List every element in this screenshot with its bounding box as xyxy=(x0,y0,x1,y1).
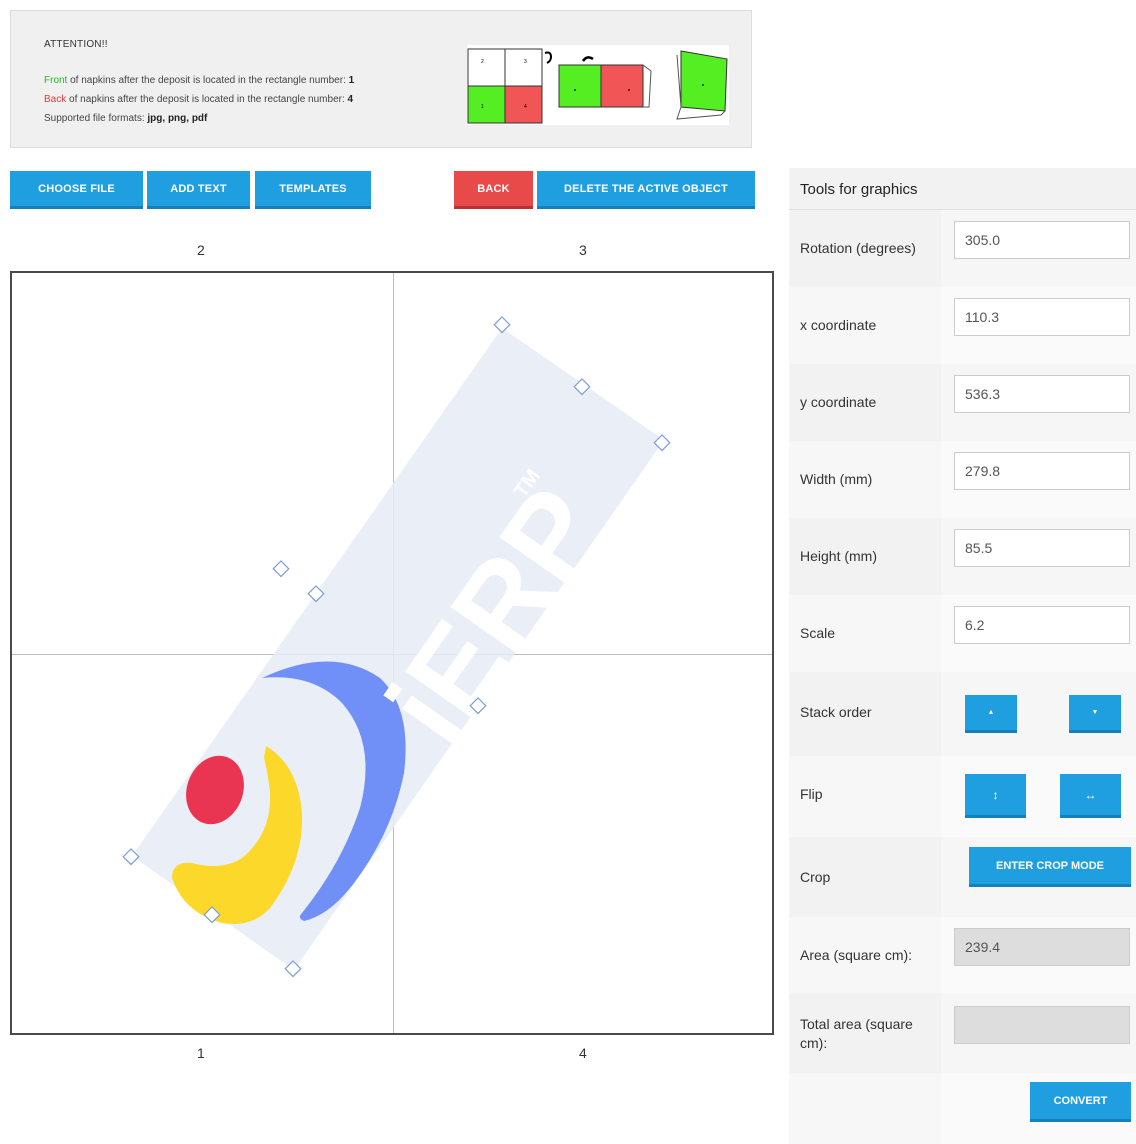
back-info-line: Back of napkins after the deposit is loc… xyxy=(44,94,353,105)
height-row: Height (mm) 85.5 xyxy=(789,518,1136,595)
napkin-fold-illustration: 2 3 1 4 xyxy=(467,45,729,125)
width-input[interactable]: 279.8 xyxy=(954,452,1130,490)
selection-handle-rotate[interactable] xyxy=(272,560,290,578)
templates-button[interactable]: TEMPLATES xyxy=(255,171,371,209)
front-word: Front xyxy=(44,75,68,86)
back-text: of napkins after the deposit is located … xyxy=(66,94,348,105)
front-number: 1 xyxy=(348,75,355,86)
stack-order-row: Stack order ▲ ▼ xyxy=(789,672,1136,756)
front-text: of napkins after the deposit is located … xyxy=(67,75,349,86)
rotation-row: Rotation (degrees) 305.0 xyxy=(789,210,1136,287)
tools-panel-header: Tools for graphics xyxy=(789,168,1136,210)
rotation-label: Rotation (degrees) xyxy=(800,240,916,256)
flat-napkin-graphic: 2 3 1 4 xyxy=(467,48,543,124)
delete-active-object-button[interactable]: DELETE THE ACTIVE OBJECT xyxy=(537,171,755,209)
x-coordinate-label: x coordinate xyxy=(800,317,877,333)
graphics-tools-panel: Tools for graphics Rotation (degrees) 30… xyxy=(789,168,1136,1144)
attention-title: ATTENTION!! xyxy=(44,39,108,50)
half-fold-graphic xyxy=(558,64,652,108)
enter-crop-mode-button[interactable]: ENTER CROP MODE xyxy=(969,847,1131,887)
convert-button[interactable]: CONVERT xyxy=(1030,1082,1131,1122)
flip-row: Flip ↕ ↔ xyxy=(789,756,1136,837)
x-coordinate-row: x coordinate 110.3 xyxy=(789,287,1136,364)
width-label: Width (mm) xyxy=(800,471,873,487)
height-input[interactable]: 85.5 xyxy=(954,529,1130,567)
scale-row: Scale 6.2 xyxy=(789,595,1136,672)
x-coordinate-input[interactable]: 110.3 xyxy=(954,298,1130,336)
total-area-row: Total area (square cm): xyxy=(789,993,1136,1073)
quadrant-label-4: 4 xyxy=(579,1045,587,1061)
selection-handle-top[interactable] xyxy=(493,316,511,334)
height-label: Height (mm) xyxy=(800,548,878,564)
quadrant-label-3: 3 xyxy=(579,242,587,258)
active-image-object[interactable]: jERP TM xyxy=(132,328,664,970)
flip-horizontal-button[interactable]: ↔ xyxy=(1060,774,1121,818)
back-button[interactable]: BACK xyxy=(454,171,533,209)
stack-up-button[interactable]: ▲ xyxy=(965,695,1017,733)
illus-number-4: 4 xyxy=(524,104,527,110)
crop-row: Crop ENTER CROP MODE xyxy=(789,837,1136,917)
quadrant-label-2: 2 xyxy=(197,242,205,258)
stack-down-button[interactable]: ▼ xyxy=(1069,695,1121,733)
scale-input[interactable]: 6.2 xyxy=(954,606,1130,644)
front-info-line: Front of napkins after the deposit is lo… xyxy=(44,75,354,86)
add-text-button[interactable]: ADD TEXT xyxy=(147,171,250,209)
illus-number-2: 2 xyxy=(481,59,484,65)
total-area-label: Total area (square cm): xyxy=(800,1016,913,1051)
width-row: Width (mm) 279.8 xyxy=(789,441,1136,518)
design-canvas[interactable]: jERP TM xyxy=(10,271,774,1035)
illus-number-3: 3 xyxy=(524,59,527,65)
formats-line: Supported file formats: jpg, png, pdf xyxy=(44,113,207,124)
flip-vertical-icon: ↕ xyxy=(992,787,999,802)
back-number: 4 xyxy=(347,94,354,105)
area-label: Area (square cm): xyxy=(800,947,913,963)
flip-vertical-button[interactable]: ↕ xyxy=(965,774,1026,818)
formats-label: Supported file formats: xyxy=(44,113,148,124)
crop-label: Crop xyxy=(800,869,831,885)
attention-notice: ATTENTION!! Front of napkins after the d… xyxy=(10,10,752,148)
flip-label: Flip xyxy=(800,786,823,802)
arrow-down-icon: ▼ xyxy=(1091,709,1099,716)
arrow-up-icon: ▲ xyxy=(987,709,995,716)
canvas-graphics: jERP TM xyxy=(122,316,671,978)
flip-horizontal-icon: ↔ xyxy=(1084,787,1097,802)
choose-file-button[interactable]: CHOOSE FILE xyxy=(10,171,143,209)
total-area-output xyxy=(954,1006,1130,1044)
stack-order-label: Stack order xyxy=(800,704,872,720)
y-coordinate-row: y coordinate 536.3 xyxy=(789,364,1136,441)
rotation-input[interactable]: 305.0 xyxy=(954,221,1130,259)
convert-row: CONVERT xyxy=(789,1073,1136,1144)
scale-label: Scale xyxy=(800,625,836,641)
area-output: 239.4 xyxy=(954,928,1130,966)
quadrant-label-1: 1 xyxy=(197,1045,205,1061)
illus-number-1: 1 xyxy=(481,104,484,110)
back-word: Back xyxy=(44,94,67,105)
area-row: Area (square cm): 239.4 xyxy=(789,917,1136,993)
y-coordinate-input[interactable]: 536.3 xyxy=(954,375,1130,413)
y-coordinate-label: y coordinate xyxy=(800,394,877,410)
formats-value: jpg, png, pdf xyxy=(147,113,208,124)
